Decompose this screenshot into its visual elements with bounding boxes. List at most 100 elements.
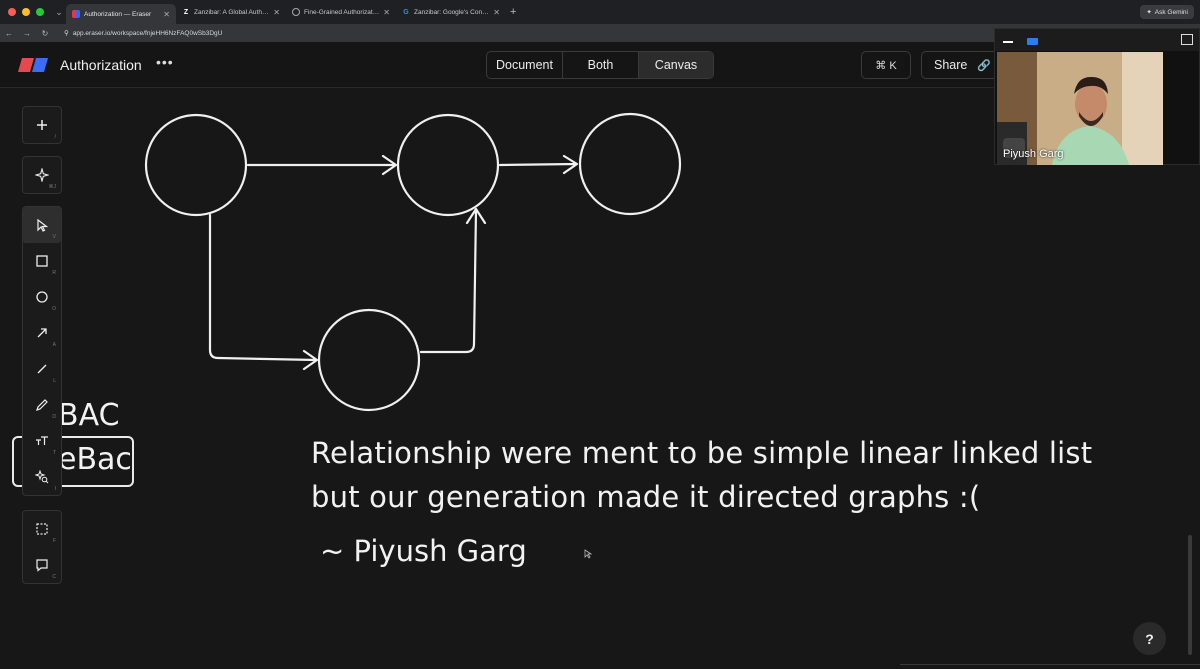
browser-tab-zanzibar-google[interactable]: G Zanzibar: Google's Consister ✕: [396, 3, 506, 21]
hotkey-hint: /: [54, 134, 56, 140]
tab-title: Fine-Grained Authorization |: [304, 8, 380, 16]
grid-view-icon[interactable]: [1181, 34, 1193, 45]
canvas-note-line-2[interactable]: but our generation made it directed grap…: [311, 480, 980, 514]
edge-arrow[interactable]: [208, 213, 319, 371]
browser-tab-zanzibar-paper[interactable]: Z Zanzibar: A Global Authorizat ✕: [176, 3, 286, 21]
browser-tab-eraser[interactable]: Authorization — Eraser ✕: [66, 4, 176, 24]
close-tab-icon[interactable]: ✕: [383, 8, 390, 17]
hotkey-hint: O: [52, 306, 56, 312]
ask-gemini-label: Ask Gemini: [1154, 8, 1188, 16]
link-icon: 🔗: [977, 59, 992, 72]
gemini-sparkle-icon: ✦: [1146, 9, 1152, 16]
share-button[interactable]: Share 🔗: [921, 51, 1001, 79]
more-options-icon[interactable]: •••: [156, 54, 174, 70]
hotkey-hint: I: [54, 486, 56, 492]
ai-generate-button[interactable]: ⌘J: [23, 157, 61, 193]
forward-arrow-icon[interactable]: →: [18, 29, 36, 38]
reload-icon[interactable]: ↻: [36, 29, 54, 38]
new-tab-plus-icon[interactable]: +: [510, 6, 516, 18]
close-window-button[interactable]: [8, 8, 16, 16]
canvas-signature[interactable]: ~ Piyush Garg: [320, 534, 527, 568]
url-field[interactable]: ⚲ app.eraser.io/workspace/fnjeHH6NzFAQ0w…: [64, 29, 223, 38]
canvas-scrollbar[interactable]: [1188, 535, 1192, 655]
graph-node[interactable]: [144, 113, 248, 217]
tab-title: Zanzibar: A Global Authorizat: [194, 8, 270, 16]
close-tab-icon[interactable]: ✕: [493, 8, 500, 17]
google-favicon-icon: G: [403, 8, 409, 16]
graph-node[interactable]: [396, 113, 500, 217]
whiteboard-canvas[interactable]: BAC eBac Relationship were ment to be si…: [0, 88, 1200, 669]
pencil-tool[interactable]: D: [23, 387, 61, 423]
eraser-logo-icon[interactable]: [18, 58, 48, 72]
text-tool[interactable]: T: [23, 423, 61, 459]
comment-icon: [36, 559, 48, 572]
edge-arrow[interactable]: [419, 207, 487, 354]
rectangle-tool[interactable]: R: [23, 243, 61, 279]
share-label: Share: [934, 58, 968, 72]
maximize-window-button[interactable]: [36, 8, 44, 16]
tab-title: Authorization — Eraser: [84, 10, 152, 18]
frame-toolbar: F C: [22, 510, 62, 584]
tab-document[interactable]: Document: [487, 52, 563, 78]
canvas-note-line-1[interactable]: Relationship were ment to be simple line…: [311, 436, 1092, 470]
participant-name: Piyush Garg: [1003, 148, 1064, 160]
browser-tab-strip: ⌄ Authorization — Eraser ✕ Z Zanzibar: A…: [0, 0, 1200, 24]
arrow-tool[interactable]: A: [23, 315, 61, 351]
minimize-window-button[interactable]: [22, 8, 30, 16]
browser-tab-fine-grained[interactable]: Fine-Grained Authorization | ✕: [286, 3, 396, 21]
circle-icon: [36, 291, 48, 303]
participant-video: Piyush Garg: [997, 52, 1163, 165]
video-controls-bar: [995, 29, 1199, 51]
video-call-overlay[interactable]: Piyush Garg: [994, 28, 1200, 165]
tab-title: Zanzibar: Google's Consister: [414, 8, 490, 16]
shape-search-icon: [35, 470, 49, 484]
view-mode-switcher: Document Both Canvas: [486, 51, 714, 79]
drawing-toolbar: V R O A L D T I: [22, 206, 62, 496]
sparkle-icon: [35, 168, 49, 182]
ask-gemini-button[interactable]: ✦ Ask Gemini: [1140, 5, 1194, 19]
shape-library-tool[interactable]: I: [23, 459, 61, 495]
canvas-text-rebac-partial[interactable]: eBac: [58, 442, 132, 477]
line-icon: [37, 364, 47, 374]
canvas-text-abac-partial[interactable]: BAC: [58, 398, 120, 433]
zanzibar-favicon-icon: Z: [183, 8, 189, 16]
arrow-icon: [37, 328, 47, 338]
tab-list-chevron-icon[interactable]: ⌄: [52, 7, 66, 18]
command-palette-button[interactable]: ⌘ K: [861, 51, 911, 79]
hotkey-hint: ⌘J: [48, 184, 57, 190]
minimize-video-icon[interactable]: [1003, 41, 1013, 43]
picture-in-picture-icon[interactable]: [1027, 38, 1038, 45]
frame-tool[interactable]: F: [23, 511, 61, 547]
edge-arrow[interactable]: [498, 154, 579, 175]
select-tool[interactable]: V: [23, 207, 61, 243]
edge-arrow[interactable]: [246, 154, 398, 176]
hotkey-hint: L: [53, 378, 56, 384]
graph-node[interactable]: [578, 112, 682, 216]
circle-tool[interactable]: O: [23, 279, 61, 315]
plus-icon: [37, 120, 47, 130]
tab-both[interactable]: Both: [563, 52, 639, 78]
graph-node[interactable]: [317, 308, 421, 412]
hotkey-hint: A: [52, 342, 56, 348]
frame-icon: [36, 523, 48, 535]
screen: ⌄ Authorization — Eraser ✕ Z Zanzibar: A…: [0, 0, 1200, 669]
document-title[interactable]: Authorization: [60, 57, 142, 73]
add-button[interactable]: /: [23, 107, 61, 143]
tab-canvas[interactable]: Canvas: [639, 52, 713, 78]
help-button[interactable]: ?: [1133, 622, 1166, 655]
hotkey-hint: V: [52, 234, 56, 240]
hotkey-hint: T: [52, 450, 56, 456]
line-tool[interactable]: L: [23, 351, 61, 387]
site-info-icon[interactable]: ⚲: [64, 29, 69, 37]
eraser-favicon-icon: [72, 10, 80, 18]
close-tab-icon[interactable]: ✕: [163, 10, 170, 19]
comment-tool[interactable]: C: [23, 547, 61, 583]
bottom-divider: [900, 664, 1200, 665]
globe-favicon-icon: [292, 8, 300, 16]
text-icon: [36, 436, 48, 445]
back-arrow-icon[interactable]: ←: [0, 29, 18, 38]
hotkey-hint: F: [52, 538, 56, 544]
graph-diagram: [144, 112, 682, 412]
close-tab-icon[interactable]: ✕: [273, 8, 280, 17]
url-text: app.eraser.io/workspace/fnjeHH6NzFAQ0wSb…: [72, 29, 223, 37]
